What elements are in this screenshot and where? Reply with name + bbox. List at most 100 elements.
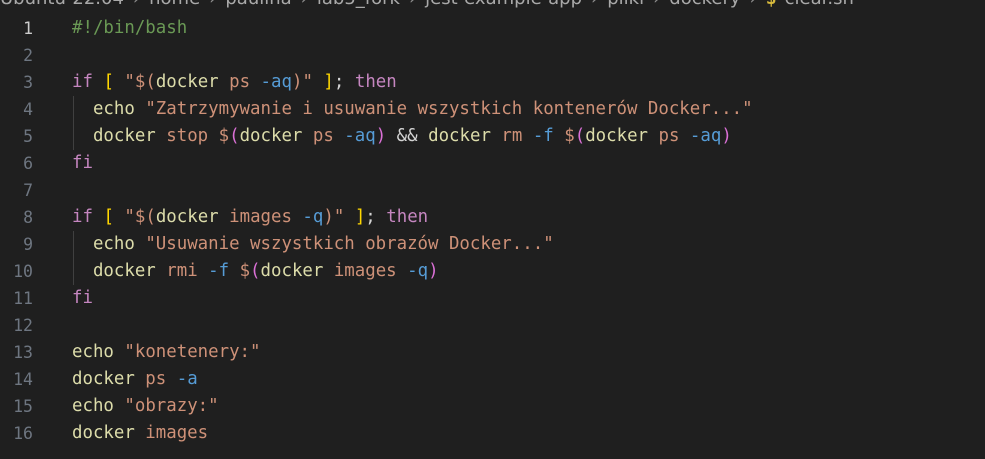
breadcrumb-item[interactable]: jest-example-app: [425, 0, 582, 9]
code-token: fi: [72, 288, 93, 308]
code-line[interactable]: 5 docker stop $(docker ps -aq) && docker…: [0, 123, 985, 150]
code-token: -f: [208, 261, 230, 281]
code-token: stop: [155, 126, 219, 146]
line-number: 12: [13, 316, 33, 335]
chevron-right-icon: ›: [292, 0, 317, 9]
code-token: ps: [302, 126, 345, 146]
code-line[interactable]: 10 docker rmi -f $(docker images -q): [0, 258, 985, 285]
line-number: 4: [23, 100, 33, 119]
code-text: echo "Zatrzymywanie i usuwanie wszystkic…: [72, 96, 753, 123]
code-line[interactable]: 11 fi: [0, 285, 985, 312]
code-line[interactable]: 9 echo "Usuwanie wszystkich obrazów Dock…: [0, 231, 985, 258]
code-token: &&: [386, 126, 429, 146]
breadcrumb-item[interactable]: home: [149, 0, 200, 9]
breadcrumb-item[interactable]: paulina: [225, 0, 291, 9]
code-token: fi: [72, 153, 93, 173]
code-text: docker images: [72, 420, 208, 447]
chevron-right-icon: ›: [124, 0, 149, 9]
line-number: 13: [13, 343, 33, 362]
code-line[interactable]: 14 docker ps -a: [0, 366, 985, 393]
breadcrumb-item[interactable]: Ubuntu-22.04: [0, 0, 124, 9]
code-token: "$(: [124, 207, 156, 227]
code-line[interactable]: 4 echo "Zatrzymywanie i usuwanie wszystk…: [0, 96, 985, 123]
breadcrumb-file-name[interactable]: clear.sh: [785, 0, 854, 9]
code-token: echo: [92, 99, 135, 119]
line-number: 1: [23, 19, 33, 38]
code-token: echo: [92, 234, 135, 254]
code-line[interactable]: 6 fi: [0, 150, 985, 177]
code-text: if [ "$(docker ps -aq)" ]; then: [72, 69, 397, 96]
code-text: #!/bin/bash: [72, 15, 187, 42]
code-token: [: [103, 207, 114, 227]
line-number: 9: [23, 235, 33, 254]
code-line[interactable]: 8 if [ "$(docker images -q)" ]; then: [0, 204, 985, 231]
code-token: ps: [134, 369, 177, 389]
code-text: echo "konetenery:": [72, 339, 261, 366]
code-token: ;: [333, 72, 355, 92]
code-line[interactable]: 12: [0, 312, 985, 339]
line-number: 8: [23, 208, 33, 227]
code-line[interactable]: 1 #!/bin/bash: [0, 15, 985, 42]
chevron-right-icon: ›: [200, 0, 225, 9]
code-token: "Usuwanie wszystkich obrazów Docker...": [145, 234, 554, 254]
code-token: "konetenery:": [124, 342, 261, 362]
line-number: 16: [13, 424, 33, 443]
chevron-right-icon: ›: [644, 0, 669, 9]
breadcrumb-item[interactable]: lab5_fork: [317, 0, 400, 9]
code-line[interactable]: 15 echo "obrazy:": [0, 393, 985, 420]
code-token: docker: [72, 369, 135, 389]
code-token: (: [250, 261, 261, 281]
code-token: -q: [407, 261, 429, 281]
code-token: ]: [354, 207, 366, 227]
code-token: )": [291, 72, 313, 92]
code-text: docker ps -a: [72, 366, 198, 393]
code-token: -q: [302, 207, 324, 227]
code-token: -f: [532, 126, 554, 146]
code-token: ps: [648, 126, 690, 146]
breadcrumb: Ubuntu-22.04›home›paulina›lab5_fork›jest…: [0, 0, 985, 10]
code-editor[interactable]: Ubuntu-22.04›home›paulina›lab5_fork›jest…: [0, 0, 985, 459]
code-token: docker: [260, 261, 324, 281]
code-text: fi: [72, 150, 93, 177]
code-token: ps: [218, 72, 261, 92]
code-token: echo: [72, 342, 114, 362]
code-token: $: [229, 261, 251, 281]
breadcrumb-item[interactable]: dockery: [669, 0, 740, 9]
code-token: "Zatrzymywanie i usuwanie wszystkich kon…: [145, 99, 753, 119]
code-text: fi: [72, 285, 93, 312]
code-token: docker: [155, 72, 219, 92]
code-area[interactable]: 1 #!/bin/bash 2 3 if [ "$(docker ps -aq)" ];…: [0, 15, 985, 447]
code-token: #!/bin/bash: [72, 18, 188, 38]
code-token: $: [553, 126, 575, 146]
code-token: (: [574, 126, 586, 146]
code-token: $: [218, 126, 230, 146]
code-token: echo: [72, 396, 114, 416]
code-line[interactable]: 16 docker images: [0, 420, 985, 447]
code-token: images: [218, 207, 303, 227]
code-line[interactable]: 3 if [ "$(docker ps -aq)" ]; then: [0, 69, 985, 96]
code-token: -a: [176, 369, 198, 389]
code-token: if: [72, 72, 93, 92]
code-token: rmi: [155, 261, 209, 281]
breadcrumb-item[interactable]: pliki: [607, 0, 644, 9]
code-line[interactable]: 7: [0, 177, 985, 204]
code-token: ;: [365, 207, 387, 227]
shell-file-icon: $: [766, 0, 785, 9]
line-number: 6: [23, 154, 33, 173]
code-token: then: [386, 207, 429, 227]
line-number: 2: [23, 46, 33, 65]
code-token: -aq: [344, 126, 376, 146]
code-token: ): [375, 126, 387, 146]
code-line[interactable]: 2: [0, 42, 985, 69]
code-token: -aq: [260, 72, 292, 92]
code-token: "obrazy:": [124, 396, 219, 416]
chevron-right-icon: ›: [741, 0, 766, 9]
code-token: ): [721, 126, 732, 146]
code-line[interactable]: 13 echo "konetenery:": [0, 339, 985, 366]
